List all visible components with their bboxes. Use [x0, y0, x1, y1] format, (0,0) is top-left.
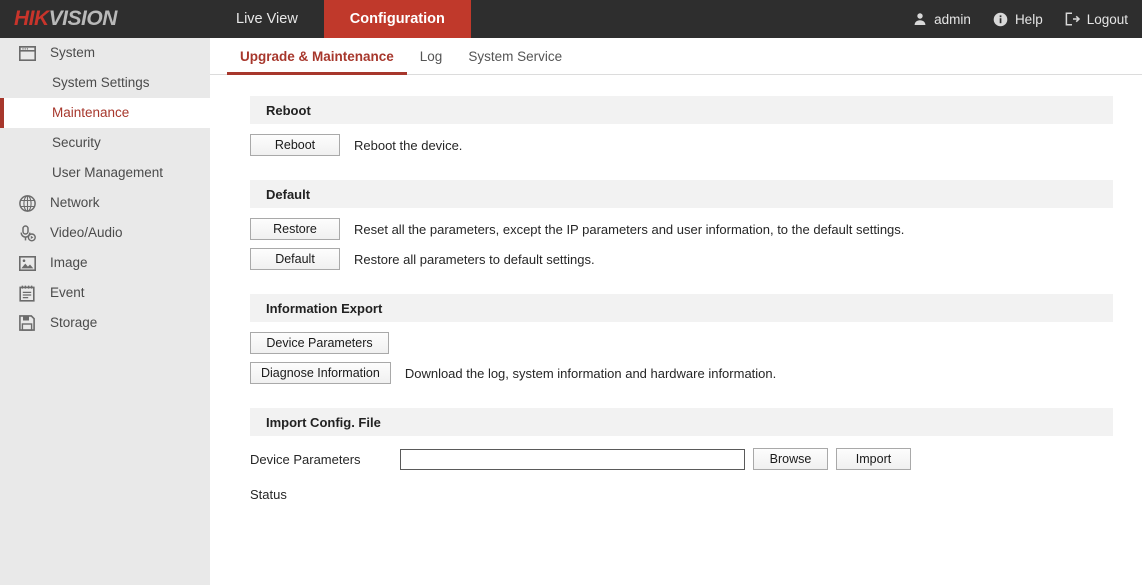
- sidebar-label-system-settings: System Settings: [52, 76, 150, 90]
- sidebar: System System Settings Maintenance Secur…: [0, 38, 210, 585]
- import-status-row: Status: [250, 487, 1113, 502]
- notepad-icon: [16, 282, 38, 304]
- section-header-default: Default: [250, 180, 1113, 208]
- app-header: HIKVISION Live View Configuration admin …: [0, 0, 1142, 38]
- tab-upgrade-maintenance[interactable]: Upgrade & Maintenance: [227, 49, 407, 74]
- sidebar-label-storage: Storage: [50, 316, 97, 330]
- diagnose-information-description: Download the log, system information and…: [405, 366, 776, 381]
- import-status-label: Status: [250, 487, 287, 502]
- content-area: Upgrade & Maintenance Log System Service…: [210, 38, 1142, 585]
- logout-arrow-icon: [1065, 12, 1080, 26]
- restore-row: Restore Reset all the parameters, except…: [250, 218, 1113, 240]
- section-title-import-config: Import Config. File: [266, 415, 381, 430]
- import-config-file-input[interactable]: [400, 449, 745, 470]
- logout-label: Logout: [1087, 12, 1128, 27]
- nav-label-configuration: Configuration: [350, 11, 445, 27]
- sidebar-label-event: Event: [50, 286, 85, 300]
- section-title-default: Default: [266, 187, 310, 202]
- diagnose-information-button[interactable]: Diagnose Information: [250, 362, 391, 384]
- floppy-disk-icon: [16, 312, 38, 334]
- user-icon: [913, 12, 927, 26]
- nav-item-configuration[interactable]: Configuration: [324, 0, 471, 38]
- help-label: Help: [1015, 12, 1043, 27]
- microphone-icon: [16, 222, 38, 244]
- sidebar-label-image: Image: [50, 256, 88, 270]
- maintenance-panel: Reboot Reboot Reboot the device. Default…: [210, 75, 1142, 502]
- logout-button[interactable]: Logout: [1065, 12, 1128, 27]
- sidebar-label-security: Security: [52, 136, 101, 150]
- section-header-information-export: Information Export: [250, 294, 1113, 322]
- sidebar-item-network[interactable]: Network: [0, 188, 210, 218]
- reboot-row: Reboot Reboot the device.: [250, 134, 1113, 156]
- logo-vision-text: VISION: [49, 7, 117, 31]
- default-description: Restore all parameters to default settin…: [354, 252, 595, 267]
- import-config-field-row: Device Parameters Browse Import: [250, 448, 1113, 470]
- section-header-import-config: Import Config. File: [250, 408, 1113, 436]
- diagnose-information-row: Diagnose Information Download the log, s…: [250, 362, 1113, 384]
- sidebar-item-system-settings[interactable]: System Settings: [0, 68, 210, 98]
- tab-label-system-service: System Service: [468, 49, 562, 64]
- tab-label-upgrade-maintenance: Upgrade & Maintenance: [240, 49, 394, 64]
- sidebar-label-network: Network: [50, 196, 100, 210]
- default-row: Default Restore all parameters to defaul…: [250, 248, 1113, 270]
- info-circle-icon: [993, 12, 1008, 27]
- sidebar-item-storage[interactable]: Storage: [0, 308, 210, 338]
- tab-system-service[interactable]: System Service: [455, 49, 575, 74]
- logo-hik-text: HIK: [14, 7, 49, 31]
- device-parameters-export-button[interactable]: Device Parameters: [250, 332, 389, 354]
- import-button[interactable]: Import: [836, 448, 911, 470]
- globe-icon: [16, 192, 38, 214]
- sidebar-item-video-audio[interactable]: Video/Audio: [0, 218, 210, 248]
- nav-item-live-view[interactable]: Live View: [210, 0, 324, 38]
- section-header-reboot: Reboot: [250, 96, 1113, 124]
- brand-logo: HIKVISION: [0, 0, 210, 38]
- account-menu[interactable]: admin: [913, 12, 971, 27]
- nav-label-live-view: Live View: [236, 11, 298, 27]
- window-icon: [16, 42, 38, 64]
- tab-label-log: Log: [420, 49, 443, 64]
- help-button[interactable]: Help: [993, 12, 1043, 27]
- sidebar-label-system: System: [50, 46, 95, 60]
- sidebar-item-event[interactable]: Event: [0, 278, 210, 308]
- picture-icon: [16, 252, 38, 274]
- restore-button[interactable]: Restore: [250, 218, 340, 240]
- sidebar-item-system[interactable]: System: [0, 38, 210, 68]
- reboot-description: Reboot the device.: [354, 138, 462, 153]
- import-config-field-label: Device Parameters: [250, 452, 400, 467]
- reboot-button[interactable]: Reboot: [250, 134, 340, 156]
- section-title-reboot: Reboot: [266, 103, 311, 118]
- sidebar-item-image[interactable]: Image: [0, 248, 210, 278]
- sidebar-item-maintenance[interactable]: Maintenance: [0, 98, 210, 128]
- device-parameters-export-row: Device Parameters: [250, 332, 1113, 354]
- default-button[interactable]: Default: [250, 248, 340, 270]
- restore-description: Reset all the parameters, except the IP …: [354, 222, 904, 237]
- main-nav: Live View Configuration: [210, 0, 471, 38]
- section-title-information-export: Information Export: [266, 301, 382, 316]
- account-label: admin: [934, 12, 971, 27]
- sidebar-label-user-management: User Management: [52, 166, 163, 180]
- browse-button[interactable]: Browse: [753, 448, 828, 470]
- header-user-area: admin Help Logout: [913, 0, 1142, 38]
- sidebar-item-security[interactable]: Security: [0, 128, 210, 158]
- tab-log[interactable]: Log: [407, 49, 456, 74]
- tab-bar: Upgrade & Maintenance Log System Service: [210, 38, 1142, 75]
- sidebar-item-user-management[interactable]: User Management: [0, 158, 210, 188]
- sidebar-label-video-audio: Video/Audio: [50, 226, 123, 240]
- sidebar-label-maintenance: Maintenance: [52, 106, 129, 120]
